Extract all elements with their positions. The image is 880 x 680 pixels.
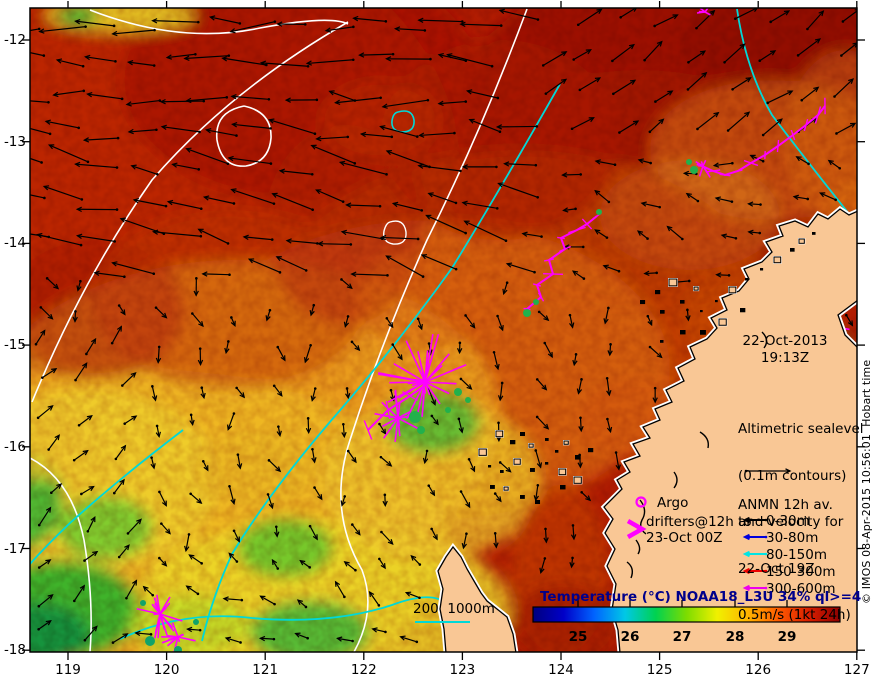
anmn-legend-title: ANMN 12h av. [738,497,833,513]
x-axis-tick-label: 127 [843,662,870,678]
x-axis-tick-label: 119 [55,662,81,678]
isobath-scale-label: 200 1000m [413,601,495,617]
drifters-label-line1: drifters@12h to [646,514,752,530]
colorbar-title: Temperature (°C) NOAA18_L3U 34% ql>=4 [540,589,862,605]
x-axis-tick-label: 120 [153,662,180,678]
anmn-item-label: 0-30m [766,513,810,529]
y-axis-tick-label: -17 [3,540,26,557]
drifters-label-line2: 23-Oct 00Z [646,530,723,546]
x-axis-tick-label: 126 [745,662,772,678]
x-axis-tick-label: 121 [252,662,279,678]
colorbar-tick-label: 28 [725,629,745,645]
anmn-item-label: 150-300m [766,564,836,580]
argo-label: Argo [657,495,689,511]
map-date: 22-Oct-2013 [742,333,828,349]
copyright-credit: © IMOS 08-Apr-2015 10:56:01 Hobart time [860,359,873,604]
anmn-item-label: 80-150m [766,547,827,563]
anmn-item-label: 30-80m [766,530,819,546]
colorbar-tick-label: 27 [672,629,692,645]
y-axis-tick-label: -16 [3,438,26,455]
y-axis-tick-label: -13 [3,133,26,150]
altimetric-note-line: 0.5m/s (1kt 24h) [738,607,851,623]
colorbar-tick-label: 26 [620,629,640,645]
y-axis-tick-label: -18 [3,642,26,659]
colorbar-tick-label: 29 [777,629,797,645]
map-time: 19:13Z [760,350,810,366]
altimetric-note-line: Altimetric sealevel [738,421,864,437]
altimetric-note-line: (0.1m contours) [738,467,847,484]
imos-sst-figure: { "frame": {"x":30,"y":8,"w":827,"h":644… [0,0,880,680]
x-axis-tick-label: 124 [548,662,574,678]
colorbar-tick-label: 25 [568,629,588,645]
y-axis-tick-label: -15 [3,337,26,354]
y-axis-tick-label: -12 [3,32,26,48]
y-axis-tick-label: -14 [3,235,26,252]
x-axis-tick-label: 123 [449,662,476,678]
x-axis-tick-label: 125 [646,662,673,678]
x-axis-tick-label: 122 [350,662,377,678]
